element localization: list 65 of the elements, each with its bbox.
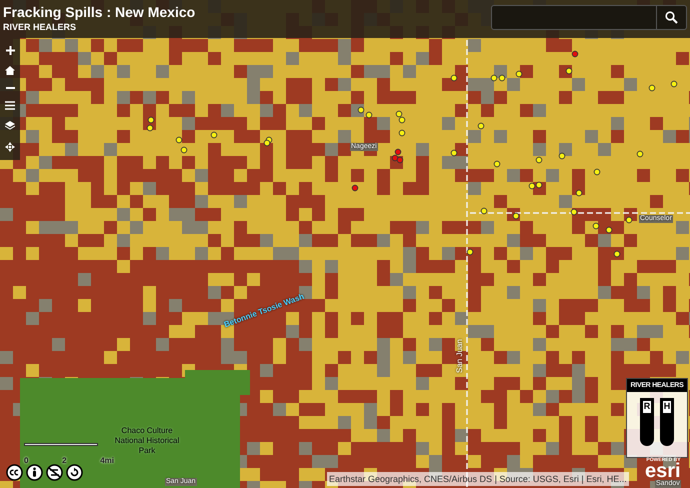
scale-label: 2 (62, 455, 67, 467)
spill-marker[interactable] (352, 184, 358, 192)
park-label: Chaco Culture National Historical Park (114, 426, 180, 456)
spill-marker[interactable] (606, 226, 612, 234)
spill-marker[interactable] (398, 130, 406, 136)
spill-marker[interactable] (648, 84, 656, 92)
spill-marker[interactable] (478, 122, 484, 130)
spill-marker[interactable] (146, 124, 154, 132)
list-icon[interactable] (5, 100, 15, 110)
spill-marker[interactable] (536, 156, 542, 164)
spill-marker[interactable] (210, 132, 218, 138)
spill-marker[interactable] (490, 74, 498, 82)
noncommercial-icon (46, 464, 63, 481)
spill-marker[interactable] (392, 154, 398, 162)
spill-marker[interactable] (148, 116, 154, 124)
home-icon[interactable] (5, 66, 15, 76)
attribution-person-icon (26, 464, 43, 481)
spill-marker[interactable] (528, 182, 536, 190)
logo-letter: H (662, 401, 672, 413)
locate-icon[interactable] (5, 142, 15, 152)
app-title: Fracking Spills : New Mexico (3, 3, 196, 21)
spill-marker[interactable] (670, 80, 678, 88)
app-subtitle: RIVER HEALERS (3, 21, 78, 33)
spill-marker[interactable] (576, 190, 582, 196)
spill-marker[interactable] (396, 156, 404, 164)
scale-label: 0 (24, 455, 28, 467)
map-attribution: Earthstar Geographics, CNES/Airbus DS | Source: USGS, Esri | Esri, HE... (327, 472, 629, 486)
spill-marker[interactable] (450, 150, 458, 156)
spill-marker[interactable] (358, 106, 364, 114)
zoom-in-icon[interactable] (6, 46, 14, 55)
spill-marker[interactable] (264, 140, 270, 146)
spill-marker[interactable] (498, 74, 506, 82)
spill-marker[interactable] (592, 222, 600, 230)
share-alike-icon (66, 464, 83, 481)
scale-label: 4mi (100, 455, 114, 467)
spill-marker[interactable] (398, 116, 406, 124)
spill-marker[interactable] (466, 248, 474, 256)
search-field[interactable] (491, 5, 657, 30)
layers-icon[interactable] (5, 121, 15, 130)
spill-marker[interactable] (512, 212, 520, 220)
spill-marker[interactable] (558, 152, 566, 160)
spill-marker[interactable] (572, 50, 578, 58)
spill-marker[interactable] (366, 112, 372, 118)
spill-marker[interactable] (480, 208, 488, 214)
spill-marker[interactable] (594, 168, 600, 176)
spill-marker[interactable] (626, 216, 632, 224)
esri-logo-text: esri (645, 463, 681, 480)
spill-marker[interactable] (396, 110, 402, 118)
search-icon (665, 11, 678, 24)
spill-marker[interactable] (450, 74, 458, 82)
spill-marker[interactable] (536, 182, 542, 188)
road-label: San Juan (454, 339, 465, 373)
spill-marker[interactable] (566, 68, 572, 74)
spill-marker[interactable] (180, 146, 188, 154)
spill-marker[interactable] (176, 136, 182, 144)
spill-marker[interactable] (636, 150, 644, 158)
zoom-out-icon[interactable] (6, 87, 14, 90)
search-button[interactable] (657, 5, 687, 30)
spill-marker[interactable] (394, 148, 402, 156)
spill-marker[interactable] (516, 70, 522, 78)
spill-marker[interactable] (614, 250, 620, 258)
spill-marker[interactable] (570, 208, 578, 216)
logo-letter: R (642, 401, 652, 413)
spill-marker[interactable] (494, 160, 500, 168)
cc-license-icon (6, 464, 23, 481)
